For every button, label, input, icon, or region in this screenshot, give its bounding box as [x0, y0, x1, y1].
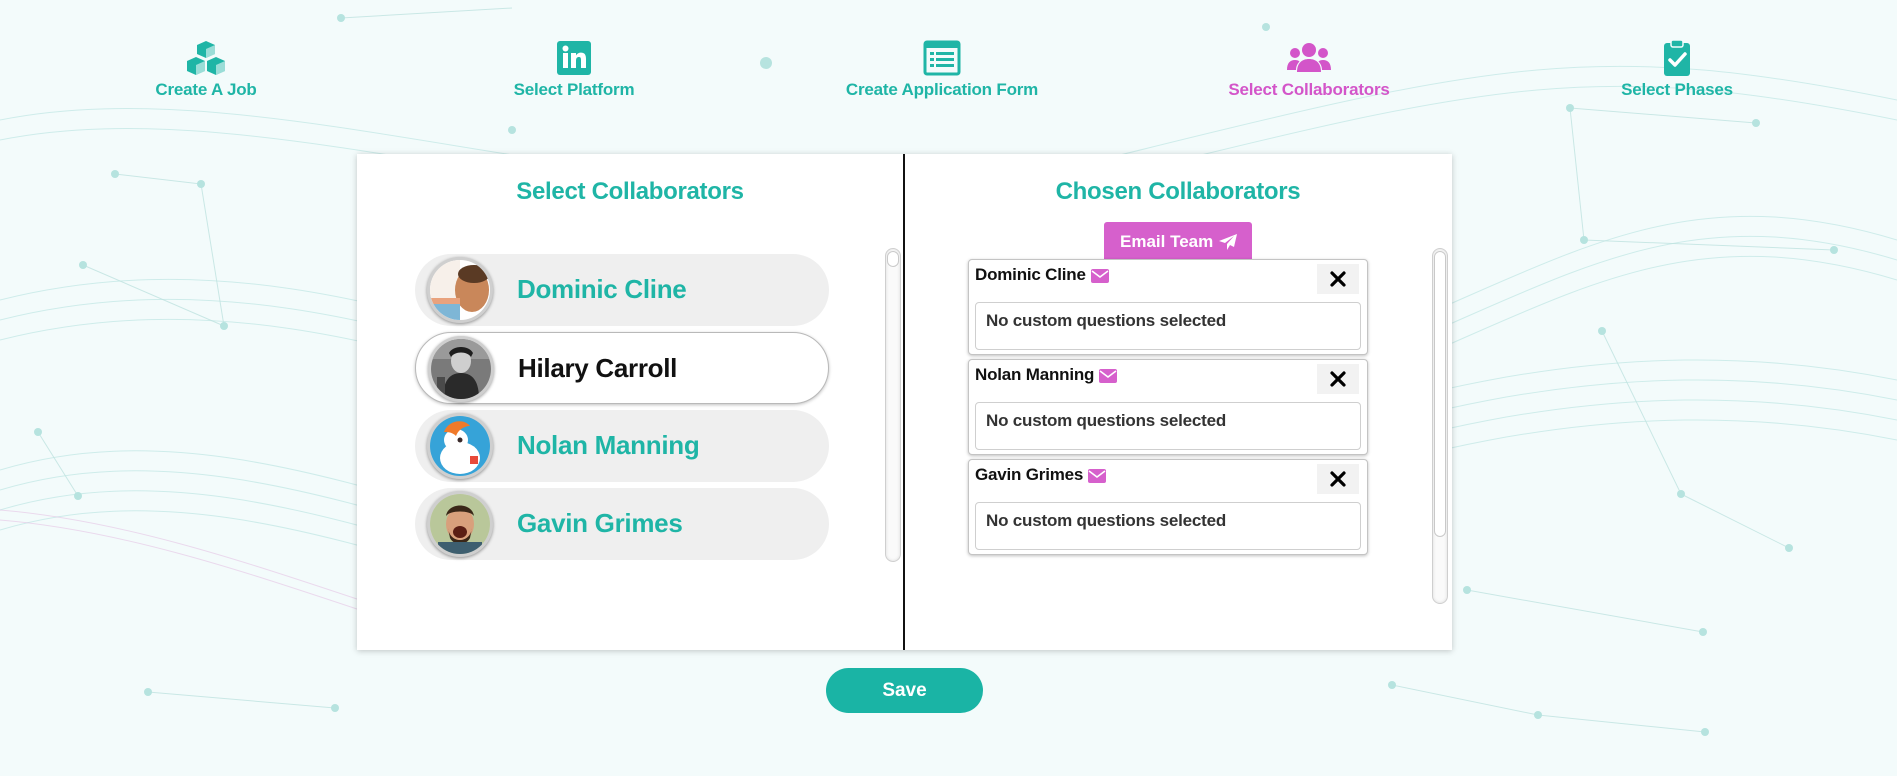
custom-questions-field[interactable]: No custom questions selected [975, 502, 1361, 550]
clipboard-check-icon [1664, 39, 1690, 76]
envelope-icon[interactable] [1099, 368, 1118, 383]
chosen-collaborator-header: Dominic Cline [975, 265, 1109, 285]
custom-questions-field[interactable]: No custom questions selected [975, 402, 1361, 450]
close-icon [1330, 371, 1346, 387]
right-scrollbar[interactable] [1432, 248, 1448, 604]
chosen-collaborator-card: Nolan Manning No custom questions select… [968, 359, 1368, 455]
remove-collaborator-button[interactable] [1317, 364, 1359, 394]
save-button[interactable]: Save [826, 668, 983, 713]
custom-questions-field[interactable]: No custom questions selected [975, 302, 1361, 350]
collaborator-name: Dominic Cline [517, 274, 687, 304]
panel-title: Chosen Collaborators [1055, 178, 1301, 205]
close-icon [1330, 271, 1346, 287]
step-label: Select Collaborators [1228, 80, 1390, 99]
wizard-stepper: Create A Job Select Platform Create Appl… [0, 38, 1897, 108]
email-team-label: Email Team [1120, 232, 1214, 251]
form-icon [923, 40, 961, 76]
chosen-collaborator-name: Dominic Cline [975, 265, 1086, 284]
chosen-collaborator-name: Gavin Grimes [975, 465, 1084, 484]
step-label: Create Application Form [845, 80, 1039, 99]
chosen-collaborator-name: Nolan Manning [975, 365, 1095, 384]
panel-divider [903, 154, 905, 650]
collaborator-option[interactable]: Hilary Carroll [415, 332, 829, 404]
collaborator-name: Nolan Manning [517, 430, 700, 460]
chosen-collaborator-card: Dominic Cline No custom questions select… [968, 259, 1368, 355]
envelope-icon[interactable] [1088, 468, 1107, 483]
avatar [427, 257, 493, 323]
left-scrollbar[interactable] [885, 248, 901, 562]
step-label: Create A Job [155, 80, 257, 99]
step-select-platform[interactable]: Select Platform [444, 38, 704, 100]
linkedin-icon [557, 41, 591, 75]
step-label: Select Phases [1621, 80, 1733, 99]
collaborator-option[interactable]: Nolan Manning [415, 410, 829, 482]
close-icon [1330, 471, 1346, 487]
remove-collaborator-button[interactable] [1317, 264, 1359, 294]
chosen-collaborator-header: Gavin Grimes [975, 465, 1107, 485]
collaborator-name: Hilary Carroll [518, 353, 678, 383]
scrollbar-thumb[interactable] [887, 251, 899, 267]
chosen-collaborator-header: Nolan Manning [975, 365, 1118, 385]
envelope-icon[interactable] [1090, 268, 1109, 283]
avatar [427, 413, 493, 479]
email-team-button[interactable]: Email Team [1104, 222, 1252, 262]
collaborator-option[interactable]: Dominic Cline [415, 254, 829, 326]
collaborator-name: Gavin Grimes [517, 508, 683, 538]
step-create-application-form[interactable]: Create Application Form [812, 38, 1072, 100]
chosen-collaborator-card: Gavin Grimes No custom questions selecte… [968, 459, 1368, 555]
collaborators-card: Select Collaborators Dominic Cline Hilar… [357, 154, 1452, 650]
avatar [427, 491, 493, 557]
panel-title: Select Collaborators [516, 178, 744, 205]
paper-plane-icon [1219, 234, 1237, 250]
collaborator-option[interactable]: Gavin Grimes [415, 488, 829, 560]
remove-collaborator-button[interactable] [1317, 464, 1359, 494]
step-create-a-job[interactable]: Create A Job [76, 38, 336, 100]
step-label: Select Platform [513, 80, 635, 99]
scrollbar-thumb[interactable] [1434, 251, 1446, 537]
step-select-phases[interactable]: Select Phases [1547, 38, 1807, 100]
cubes-icon [187, 41, 225, 75]
step-select-collaborators[interactable]: Select Collaborators [1179, 38, 1439, 100]
avatar [428, 336, 494, 402]
users-icon [1287, 43, 1331, 72]
